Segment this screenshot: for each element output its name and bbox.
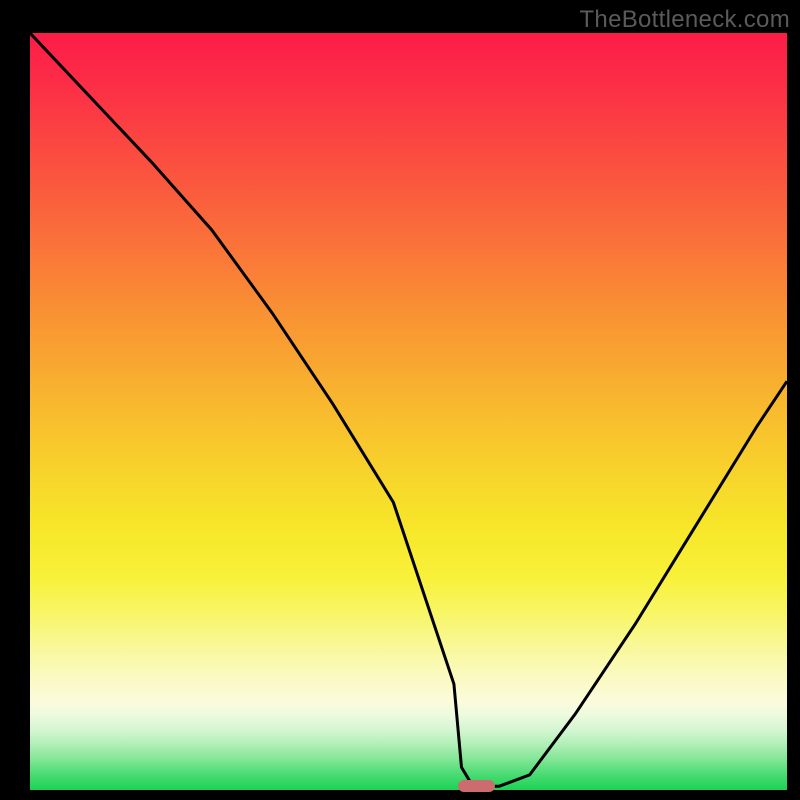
plot-area bbox=[30, 33, 787, 790]
bottleneck-curve bbox=[30, 33, 787, 790]
chart-container: TheBottleneck.com bbox=[0, 0, 800, 800]
watermark-text: TheBottleneck.com bbox=[579, 6, 790, 34]
optimal-marker bbox=[458, 780, 494, 792]
